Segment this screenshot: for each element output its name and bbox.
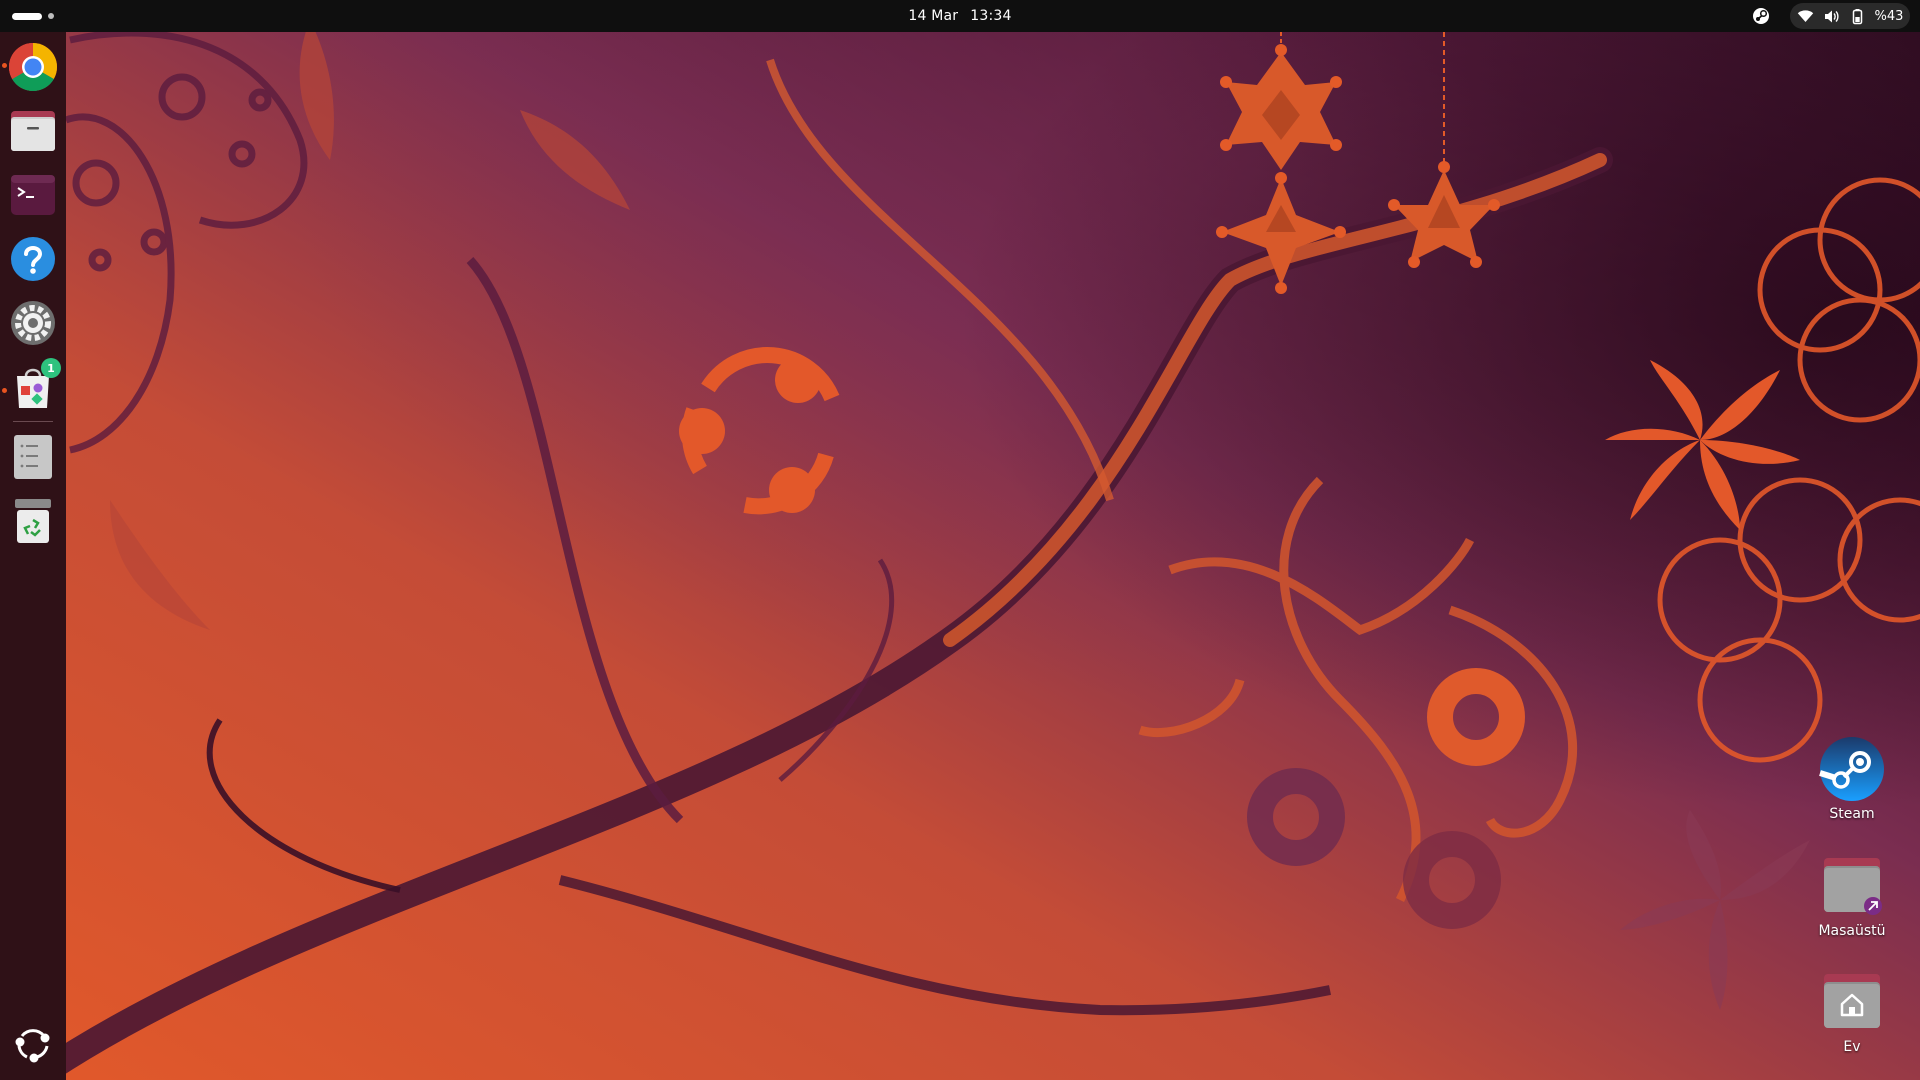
- workspace-indicator: [48, 13, 54, 19]
- dock-separator: [13, 421, 53, 422]
- dock: 1: [0, 32, 66, 1080]
- dock-item-files[interactable]: [8, 106, 58, 156]
- dock-item-help[interactable]: [8, 234, 58, 284]
- workspace-active-indicator: [12, 12, 42, 20]
- battery-icon: [1852, 8, 1862, 24]
- clock-button[interactable]: 14 Mar 13:34: [0, 0, 1920, 32]
- desktop-icon-label: Steam: [1829, 806, 1875, 822]
- home-folder-icon: [1824, 974, 1880, 1028]
- wifi-icon: [1797, 9, 1813, 22]
- running-indicator: [2, 388, 7, 393]
- desktop-wallpaper: [0, 0, 1920, 1080]
- dock-item-text-editor[interactable]: [8, 432, 58, 482]
- terminal-icon: [11, 175, 55, 215]
- dock-item-app-center[interactable]: 1: [8, 358, 61, 412]
- dock-item-chrome[interactable]: [8, 42, 58, 92]
- running-indicator: [2, 63, 7, 68]
- chrome-icon: [8, 42, 58, 92]
- dock-item-trash[interactable]: [8, 496, 58, 546]
- desktop-icon-ev[interactable]: Ev: [1802, 968, 1902, 1055]
- desktop-icon-masaustu[interactable]: Masaüstü: [1802, 852, 1902, 939]
- help-icon: [11, 237, 55, 281]
- files-icon: [11, 111, 55, 151]
- settings-icon: [11, 301, 55, 345]
- system-status-menu[interactable]: %43: [1790, 3, 1910, 29]
- trash-icon: [15, 499, 51, 543]
- desktop-icon-steam[interactable]: Steam: [1802, 735, 1902, 822]
- dock-item-terminal[interactable]: [8, 170, 58, 220]
- steam-tray-icon[interactable]: [1752, 7, 1770, 25]
- battery-percentage: %43: [1874, 8, 1904, 24]
- dock-item-settings[interactable]: [8, 298, 58, 348]
- top-bar: 14 Mar 13:34 %43: [0, 0, 1920, 32]
- volume-icon: [1824, 10, 1839, 22]
- activities-button[interactable]: [12, 8, 60, 24]
- clock-date: 14 Mar: [908, 8, 959, 24]
- dock-item-show-apps[interactable]: [8, 1019, 58, 1069]
- text-editor-icon: [14, 435, 52, 479]
- clock-time: 13:34: [970, 8, 1012, 24]
- notification-badge: 1: [41, 358, 61, 378]
- show-apps-icon: [15, 1029, 50, 1063]
- desktop-icon-label: Masaüstü: [1818, 923, 1886, 939]
- steam-icon: [1819, 737, 1884, 801]
- folder-link-icon: [1824, 858, 1882, 915]
- desktop-icon-label: Ev: [1843, 1039, 1861, 1055]
